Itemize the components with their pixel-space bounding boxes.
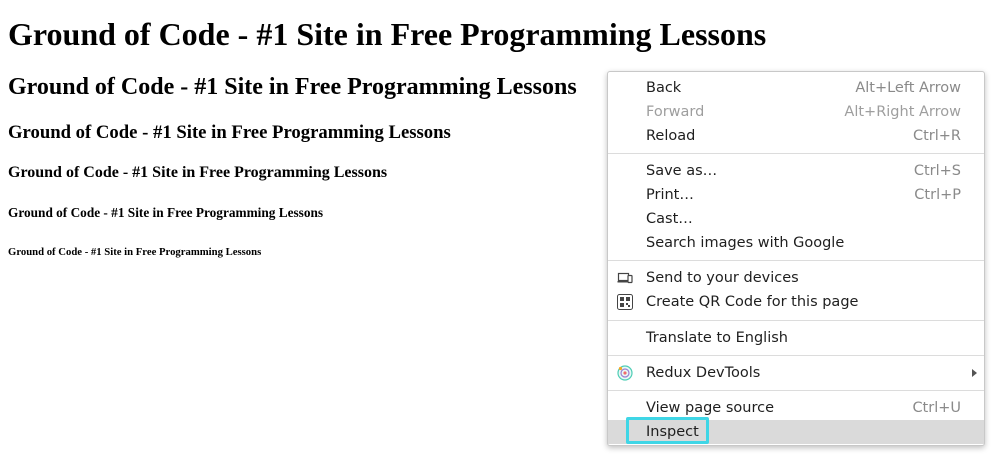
menu-item-label: Forward	[646, 104, 705, 120]
redux-devtools-icon	[617, 365, 633, 381]
menu-item-shortcut: Ctrl+R	[912, 128, 961, 144]
menu-separator	[608, 153, 984, 154]
menu-item-label: Back	[646, 80, 682, 96]
menu-item-redux-devtools[interactable]: Redux DevTools	[608, 361, 984, 385]
devices-icon	[617, 270, 633, 286]
menu-item-label: Reload	[646, 128, 696, 144]
menu-item-label: Search images with Google	[646, 235, 845, 251]
menu-item-shortcut: Alt+Right Arrow	[844, 104, 961, 120]
menu-item-label: Cast…	[646, 211, 693, 227]
menu-item-label: Print…	[646, 187, 694, 203]
menu-item-translate[interactable]: Translate to English	[608, 326, 984, 350]
heading-h6: Ground of Code - #1 Site in Free Program…	[8, 246, 262, 258]
menu-item-shortcut: Alt+Left Arrow	[855, 80, 961, 96]
menu-separator	[608, 260, 984, 261]
heading-h2: Ground of Code - #1 Site in Free Program…	[8, 74, 577, 100]
submenu-arrow-icon	[972, 369, 977, 377]
menu-item-shortcut: Ctrl+S	[913, 163, 961, 179]
heading-h3: Ground of Code - #1 Site in Free Program…	[8, 122, 451, 143]
menu-item-label: Redux DevTools	[646, 365, 761, 381]
menu-item-shortcut: Ctrl+P	[914, 187, 961, 203]
menu-item-label: View page source	[646, 400, 774, 416]
menu-separator	[608, 320, 984, 321]
menu-item-label: Send to your devices	[646, 270, 799, 286]
menu-item-print[interactable]: Print… Ctrl+P	[608, 183, 984, 207]
qr-code-icon	[617, 294, 633, 310]
menu-item-forward[interactable]: Forward Alt+Right Arrow	[608, 100, 984, 124]
menu-item-cast[interactable]: Cast…	[608, 207, 984, 231]
menu-item-back[interactable]: Back Alt+Left Arrow	[608, 76, 984, 100]
menu-separator	[608, 390, 984, 391]
menu-item-send-to-devices[interactable]: Send to your devices	[608, 266, 984, 290]
menu-item-view-source[interactable]: View page source Ctrl+U	[608, 396, 984, 420]
context-menu: Back Alt+Left Arrow Forward Alt+Right Ar…	[607, 71, 985, 446]
heading-h4: Ground of Code - #1 Site in Free Program…	[8, 164, 388, 181]
menu-item-reload[interactable]: Reload Ctrl+R	[608, 124, 984, 148]
menu-item-search-images[interactable]: Search images with Google	[608, 231, 984, 255]
menu-separator	[608, 355, 984, 356]
menu-item-shortcut: Ctrl+U	[912, 400, 961, 416]
menu-item-label: Save as…	[646, 163, 718, 179]
menu-item-qr-code[interactable]: Create QR Code for this page	[608, 290, 984, 314]
menu-item-inspect[interactable]: Inspect	[608, 420, 984, 444]
menu-item-label: Inspect	[646, 424, 699, 440]
heading-h1: Ground of Code - #1 Site in Free Program…	[8, 16, 767, 52]
menu-item-label: Translate to English	[646, 330, 788, 346]
menu-item-save-as[interactable]: Save as… Ctrl+S	[608, 159, 984, 183]
heading-h5: Ground of Code - #1 Site in Free Program…	[8, 205, 324, 220]
menu-item-label: Create QR Code for this page	[646, 294, 859, 310]
